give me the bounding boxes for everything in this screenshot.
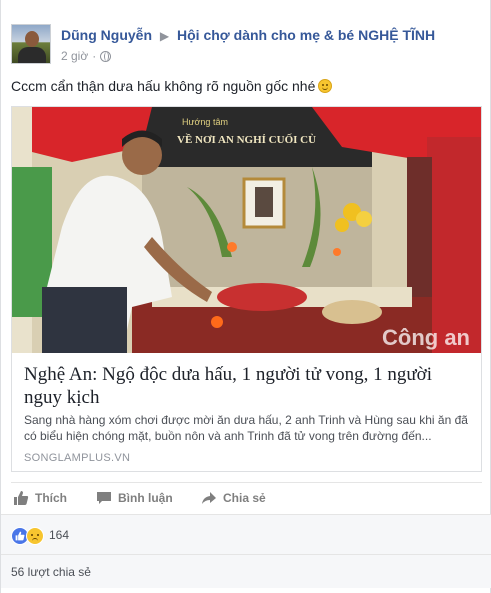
- like-button[interactable]: Thích: [13, 483, 67, 513]
- reaction-icons: [11, 527, 44, 545]
- link-title[interactable]: Nghệ An: Ngộ độc dưa hấu, 1 người tử von…: [24, 363, 469, 409]
- link-domain: SONGLAMPLUS.VN: [24, 452, 131, 464]
- reaction-count[interactable]: 164: [49, 528, 69, 542]
- triangle-right-icon: ▶: [159, 29, 170, 43]
- group-name[interactable]: Hội chợ dành cho mẹ & bé NGHỆ TĨNH: [177, 27, 435, 43]
- post-header: Dũng Nguyễn ▶ Hội chợ dành cho mẹ & bé N…: [11, 24, 481, 68]
- share-button[interactable]: Chia sẻ: [201, 483, 266, 513]
- comment-label: Bình luận: [118, 491, 173, 505]
- author-line: Dũng Nguyễn ▶ Hội chợ dành cho mẹ & bé N…: [61, 27, 481, 43]
- banner-subtext: Hướng tâm: [182, 117, 228, 127]
- link-image[interactable]: Hướng tâm VỀ NƠI AN NGHỈ CUỐI CÙ Công an: [12, 107, 481, 353]
- share-count[interactable]: 56 lượt chia sẻ: [11, 565, 91, 579]
- photo-watermark: Công an: [382, 325, 470, 350]
- post-time[interactable]: 2 giờ: [61, 49, 88, 63]
- comment-button[interactable]: Bình luận: [96, 483, 173, 513]
- share-arrow-icon: [202, 492, 216, 504]
- header-text: Dũng Nguyễn ▶ Hội chợ dành cho mẹ & bé N…: [61, 27, 481, 63]
- link-description: Sang nhà hàng xóm chơi được mời ăn dưa h…: [24, 413, 468, 443]
- sad-reaction-icon: [26, 527, 44, 545]
- avatar-head: [25, 31, 39, 47]
- thumbs-up-icon: [14, 491, 29, 505]
- link-preview[interactable]: Hướng tâm VỀ NƠI AN NGHỈ CUỐI CÙ Công an…: [11, 106, 482, 472]
- globe-icon[interactable]: [100, 50, 112, 62]
- share-label: Chia sẻ: [223, 491, 266, 505]
- banner-text: VỀ NƠI AN NGHỈ CUỐI CÙ: [177, 133, 316, 146]
- avatar-body: [18, 47, 46, 63]
- post-message-text: Cccm cẩn thận dưa hấu không rõ nguồn gốc…: [11, 78, 316, 94]
- avatar[interactable]: [11, 24, 51, 64]
- smile-emoji-icon: [318, 79, 333, 93]
- separator: ·: [92, 49, 97, 63]
- post-card: Dũng Nguyễn ▶ Hội chợ dành cho mẹ & bé N…: [0, 0, 491, 593]
- author-name[interactable]: Dũng Nguyễn: [61, 27, 152, 43]
- altar-photo: Hướng tâm VỀ NƠI AN NGHỈ CUỐI CÙ Công an: [12, 107, 481, 353]
- reactions-bar[interactable]: 164: [1, 514, 491, 554]
- post-message: Cccm cẩn thận dưa hấu không rõ nguồn gốc…: [11, 78, 333, 94]
- like-label: Thích: [35, 491, 67, 505]
- action-bar: Thích Bình luận Chia sẻ: [11, 482, 482, 512]
- post-meta: 2 giờ ·: [61, 49, 481, 63]
- comment-icon: [97, 492, 111, 504]
- shares-bar: 56 lượt chia sẻ: [1, 554, 491, 588]
